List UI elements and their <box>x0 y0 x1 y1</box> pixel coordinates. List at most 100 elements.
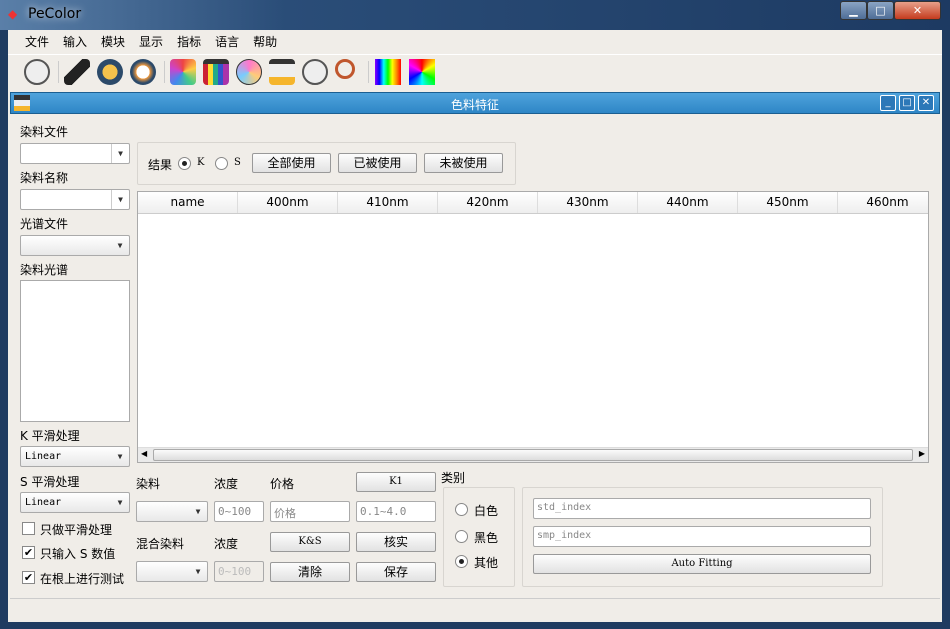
radio-s[interactable] <box>215 157 228 170</box>
child-minimize-button[interactable]: _ <box>880 95 896 111</box>
category-label: 类别 <box>441 471 466 485</box>
menu-file[interactable]: 文件 <box>18 30 56 52</box>
keyboard-icon[interactable] <box>64 59 90 85</box>
save-button[interactable]: 保存 <box>356 562 436 582</box>
chevron-down-icon: ▼ <box>195 567 201 576</box>
column-header[interactable]: 410nm <box>338 192 438 213</box>
scrollbar-thumb[interactable] <box>153 449 913 461</box>
rgb-circles-icon[interactable] <box>236 59 262 85</box>
menu-display[interactable]: 显示 <box>132 30 170 52</box>
column-header[interactable]: 460nm <box>838 192 928 213</box>
range-input[interactable]: 0.1~4.0 <box>356 501 436 522</box>
chevron-down-icon: ▼ <box>195 507 201 516</box>
spectral-file-combo[interactable]: ▼ <box>20 235 130 256</box>
maximize-button[interactable]: □ <box>867 1 894 20</box>
price-label: 价格 <box>270 477 295 491</box>
column-header[interactable]: 430nm <box>538 192 638 213</box>
column-header[interactable]: 440nm <box>638 192 738 213</box>
s-smooth-value: Linear <box>25 497 62 508</box>
app-logo-icon: ◆ <box>8 7 18 21</box>
mix-dye-combo[interactable]: ▼ <box>136 561 208 582</box>
root-test-label: 在根上进行测试 <box>40 572 125 586</box>
root-test-checkbox[interactable]: ✔ <box>22 571 35 584</box>
unused-button[interactable]: 未被使用 <box>424 153 503 173</box>
dye-spectrum-list[interactable] <box>20 280 130 422</box>
lab-icon[interactable] <box>269 59 295 85</box>
menu-bar: 文件 输入 模块 显示 指标 语言 帮助 <box>8 30 942 52</box>
magnifier-icon[interactable] <box>335 59 355 79</box>
std-index-input[interactable]: std_index <box>533 498 871 519</box>
chevron-down-icon: ▼ <box>117 498 123 507</box>
horizontal-scrollbar[interactable]: ◀ ▶ <box>138 447 928 462</box>
close-button[interactable]: ✕ <box>894 1 941 20</box>
verify-button[interactable]: 核实 <box>356 532 436 552</box>
radio-white[interactable] <box>455 503 468 516</box>
ks-button[interactable]: K&S <box>270 532 350 552</box>
clear-button[interactable]: 清除 <box>270 562 350 582</box>
radio-other[interactable] <box>455 555 468 568</box>
color-fan-icon[interactable] <box>170 59 196 85</box>
color-gradient-icon[interactable] <box>409 59 435 85</box>
scroll-left-icon[interactable]: ◀ <box>141 449 147 458</box>
auto-fitting-button[interactable]: Auto Fitting <box>533 554 871 574</box>
menu-language[interactable]: 语言 <box>208 30 246 52</box>
menu-module[interactable]: 模块 <box>94 30 132 52</box>
k-smooth-combo[interactable]: Linear ▼ <box>20 446 130 467</box>
column-header[interactable]: 400nm <box>238 192 338 213</box>
chevron-down-icon: ▼ <box>111 190 129 209</box>
toolbar-separator <box>368 61 369 83</box>
use-all-button[interactable]: 全部使用 <box>252 153 331 173</box>
chevron-down-icon: ▼ <box>117 452 123 461</box>
child-maximize-button[interactable]: □ <box>899 95 915 111</box>
column-header[interactable]: 450nm <box>738 192 838 213</box>
title-bar: ◆ PeColor ▁ □ ✕ <box>0 0 950 30</box>
color-chart-icon[interactable] <box>203 59 229 85</box>
radio-white-label: 白色 <box>474 504 499 518</box>
radio-s-label: S <box>234 157 241 168</box>
dye-spectrum-label: 染料光谱 <box>20 263 69 277</box>
k-smooth-label: K 平滑处理 <box>20 429 80 443</box>
radio-black[interactable] <box>455 530 468 543</box>
child-close-button[interactable]: ✕ <box>918 95 934 111</box>
radio-other-label: 其他 <box>474 556 499 570</box>
table-header: name 400nm 410nm 420nm 430nm 440nm 450nm… <box>138 192 928 214</box>
concentration-input[interactable]: 0~100 <box>214 501 264 522</box>
palette-icon[interactable] <box>302 59 328 85</box>
settings-icon[interactable] <box>24 59 50 85</box>
mix-concentration-input[interactable]: 0~100 <box>214 561 264 582</box>
s-smooth-combo[interactable]: Linear ▼ <box>20 492 130 513</box>
light-icon[interactable] <box>130 59 156 85</box>
toolbar-separator <box>164 61 165 83</box>
spectral-file-label: 光谱文件 <box>20 217 69 231</box>
data-table[interactable]: name 400nm 410nm 420nm 430nm 440nm 450nm… <box>137 191 929 463</box>
minimize-button[interactable]: ▁ <box>840 1 867 20</box>
s-smooth-label: S 平滑处理 <box>20 475 80 489</box>
column-header[interactable]: 420nm <box>438 192 538 213</box>
dye-combo[interactable]: ▼ <box>136 501 208 522</box>
radio-k-label: K <box>197 157 205 168</box>
dye-file-label: 染料文件 <box>20 125 69 139</box>
scroll-right-icon[interactable]: ▶ <box>919 449 925 458</box>
app-title: PeColor <box>28 6 82 22</box>
toolbar <box>8 54 942 88</box>
menu-index[interactable]: 指标 <box>170 30 208 52</box>
radio-k[interactable] <box>178 157 191 170</box>
dye-file-combo[interactable]: ▼ <box>20 143 130 164</box>
child-window-title-bar: 色料特征 _ □ ✕ <box>10 92 940 114</box>
chevron-down-icon: ▼ <box>111 144 129 163</box>
smp-index-input[interactable]: smp_index <box>533 526 871 547</box>
concentration-label-2: 浓度 <box>214 537 239 551</box>
dye-name-combo[interactable]: ▼ <box>20 189 130 210</box>
k1-button[interactable]: K1 <box>356 472 436 492</box>
column-header[interactable]: name <box>138 192 238 213</box>
spectrum-icon[interactable] <box>375 59 401 85</box>
folder-icon[interactable] <box>97 59 123 85</box>
child-window-title: 色料特征 <box>450 98 499 112</box>
s-only-checkbox[interactable]: ✔ <box>22 546 35 559</box>
menu-help[interactable]: 帮助 <box>246 30 284 52</box>
price-input[interactable]: 价格 <box>270 501 350 522</box>
used-button[interactable]: 已被使用 <box>338 153 417 173</box>
dye-label: 染料 <box>136 477 161 491</box>
menu-input[interactable]: 输入 <box>56 30 94 52</box>
smooth-only-checkbox[interactable] <box>22 522 35 535</box>
